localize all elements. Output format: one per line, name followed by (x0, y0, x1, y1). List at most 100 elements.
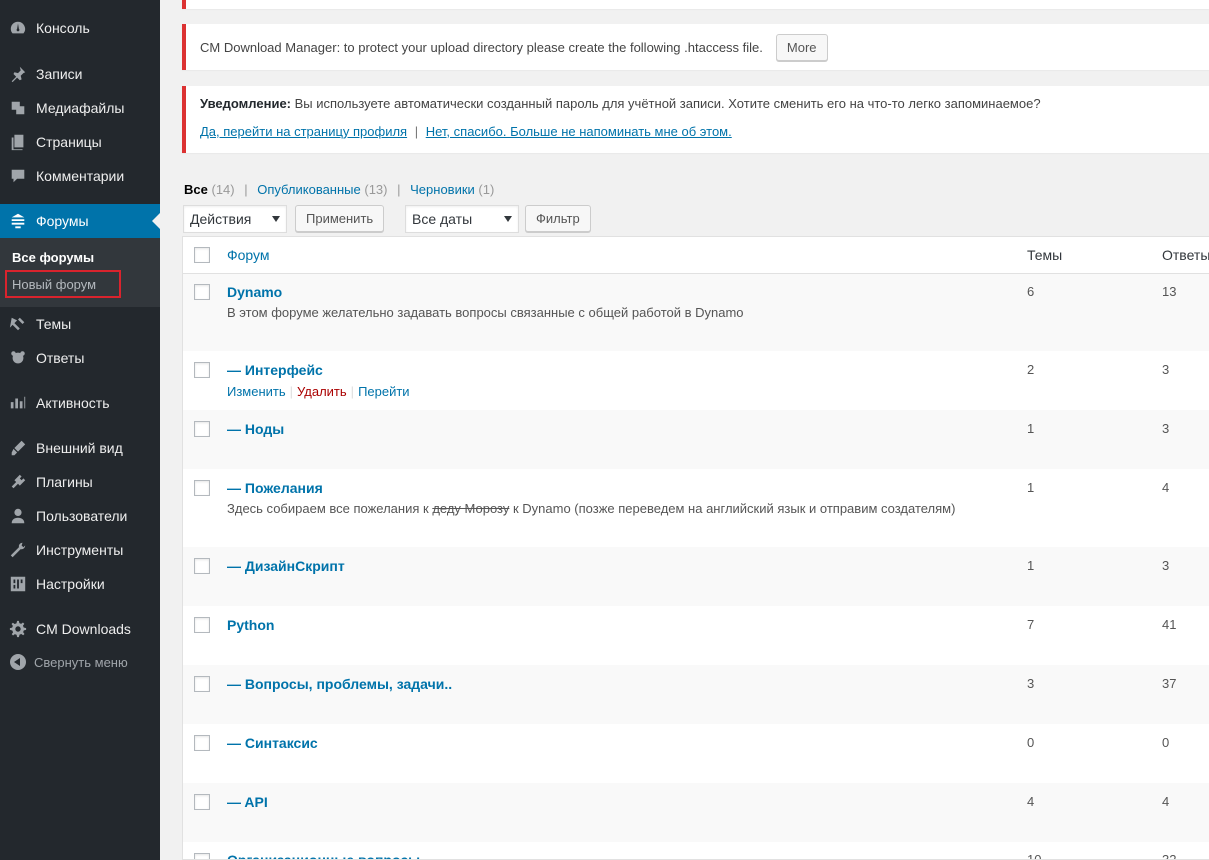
row-checkbox[interactable] (194, 558, 210, 574)
view-published[interactable]: Опубликованные (257, 182, 361, 197)
forum-title-link[interactable]: — Синтаксис (227, 735, 318, 751)
view-sep: | (244, 182, 248, 197)
collapse-menu[interactable]: Свернуть меню (10, 654, 128, 670)
menu-topics[interactable]: Темы (0, 307, 160, 341)
forum-title-link[interactable]: Организационные вопросы (227, 852, 420, 859)
menu-users[interactable]: Пользователи (0, 499, 160, 533)
pages-icon (0, 133, 36, 151)
row-checkbox[interactable] (194, 676, 210, 692)
more-button[interactable]: More (775, 33, 828, 61)
forum-title-link[interactable]: — Ноды (227, 421, 284, 437)
menu-plugins[interactable]: Плагины (0, 465, 160, 499)
topics-count: 1 (1027, 480, 1035, 495)
collapse-label: Свернуть меню (34, 654, 128, 670)
view-drafts[interactable]: Черновики (410, 182, 475, 197)
forum-title-link[interactable]: — ДизайнСкрипт (227, 558, 345, 574)
menu-label: Форумы (36, 213, 89, 229)
menu-label: Пользователи (36, 508, 128, 524)
row-checkbox[interactable] (194, 362, 210, 378)
media-icon (0, 99, 36, 117)
table-header: Форум Темы Ответы (183, 237, 1209, 274)
menu-label: Внешний вид (36, 440, 123, 456)
view-link[interactable]: Перейти (358, 384, 410, 399)
row-checkbox[interactable] (194, 617, 210, 633)
settings-icon (0, 575, 36, 593)
menu-posts[interactable]: Записи (0, 57, 160, 91)
table-row: — Интерфейс Изменить | Удалить | Перейти 2 3 (183, 351, 1209, 410)
menu-dashboard[interactable]: Консоль (0, 11, 160, 45)
menu-settings[interactable]: Настройки (0, 567, 160, 601)
view-drafts-count: (1) (478, 182, 495, 197)
topics-count: 6 (1027, 284, 1035, 299)
menu-label: Страницы (36, 134, 102, 150)
notice-label: Уведомление: (200, 96, 291, 111)
table-row: — Синтаксис 0 0 (183, 724, 1209, 783)
menu-label: Комментарии (36, 168, 125, 184)
row-checkbox[interactable] (194, 735, 210, 751)
row-checkbox[interactable] (194, 853, 210, 859)
edit-link[interactable]: Изменить (227, 384, 286, 399)
column-forum[interactable]: Форум (227, 247, 270, 263)
tools-icon (0, 541, 36, 559)
dashboard-icon (0, 19, 36, 37)
view-all[interactable]: Все (184, 182, 208, 197)
forum-title-link[interactable]: Python (227, 617, 274, 633)
plugins-icon (0, 473, 36, 491)
filter-button[interactable]: Фильтр (525, 205, 591, 232)
topics-count: 2 (1027, 362, 1035, 377)
table-row: Dynamo В этом форуме желательно задавать… (183, 274, 1209, 351)
table-row: — Пожелания Здесь собираем все пожелания… (183, 469, 1209, 547)
menu-comments[interactable]: Комментарии (0, 159, 160, 193)
forums-table: Форум Темы Ответы Dynamo В этом форуме ж… (182, 236, 1209, 860)
select-all-checkbox[interactable] (194, 247, 210, 263)
view-all-count: (14) (211, 182, 235, 197)
topics-icon (0, 315, 36, 333)
users-icon (0, 507, 36, 525)
row-actions: Изменить | Удалить | Перейти (227, 384, 410, 399)
date-filter-select[interactable]: Все даты (405, 205, 519, 233)
notice-top (182, 0, 1209, 9)
replies-count: 3 (1162, 421, 1170, 436)
menu-pages[interactable]: Страницы (0, 125, 160, 159)
forum-title-link[interactable]: — Вопросы, проблемы, задачи.. (227, 676, 452, 692)
menu-label: Медиафайлы (36, 100, 125, 116)
dismiss-link[interactable]: Нет, спасибо. Больше не напоминать мне о… (426, 124, 732, 139)
table-row: — Ноды 1 3 (183, 410, 1209, 469)
forum-title-link[interactable]: — API (227, 794, 268, 810)
replies-count: 0 (1162, 735, 1170, 750)
replies-icon (0, 349, 36, 367)
menu-tools[interactable]: Инструменты (0, 533, 160, 567)
row-checkbox[interactable] (194, 794, 210, 810)
row-checkbox[interactable] (194, 421, 210, 437)
row-checkbox[interactable] (194, 284, 210, 300)
column-topics: Темы (1027, 247, 1063, 263)
row-checkbox[interactable] (194, 480, 210, 496)
delete-link[interactable]: Удалить (297, 384, 347, 399)
notice-links: Да, перейти на страницу профиля | Нет, с… (200, 124, 1209, 139)
status-filters: Все (14) | Опубликованные (13) | Чернови… (184, 182, 494, 197)
menu-activity[interactable]: Активность (0, 386, 160, 420)
menu-label: CM Downloads (36, 621, 131, 637)
topics-count: 1 (1027, 558, 1035, 573)
forum-title-link[interactable]: Dynamo (227, 284, 282, 300)
apply-button[interactable]: Применить (295, 205, 385, 232)
forum-title-link[interactable]: — Пожелания (227, 480, 323, 496)
menu-appearance[interactable]: Внешний вид (0, 431, 160, 465)
notice-cm-download: CM Download Manager: to protect your upl… (182, 24, 1209, 70)
menu-cm-downloads[interactable]: CM Downloads (0, 612, 160, 646)
chevron-down-icon (272, 216, 280, 222)
activity-icon (0, 394, 36, 412)
table-row: Организационные вопросы 10 32 (183, 842, 1209, 860)
bulk-actions-select[interactable]: Действия (183, 205, 287, 233)
topics-count: 10 (1027, 852, 1042, 860)
replies-count: 37 (1162, 676, 1177, 691)
forum-title-link[interactable]: — Интерфейс (227, 362, 323, 378)
menu-replies[interactable]: Ответы (0, 341, 160, 375)
menu-media[interactable]: Медиафайлы (0, 91, 160, 125)
submenu-all-forums[interactable]: Все форумы (12, 250, 94, 265)
profile-link[interactable]: Да, перейти на страницу профиля (200, 124, 407, 139)
menu-forums[interactable]: Форумы (0, 204, 160, 238)
replies-count: 4 (1162, 480, 1170, 495)
topics-count: 0 (1027, 735, 1035, 750)
topics-count: 1 (1027, 421, 1035, 436)
